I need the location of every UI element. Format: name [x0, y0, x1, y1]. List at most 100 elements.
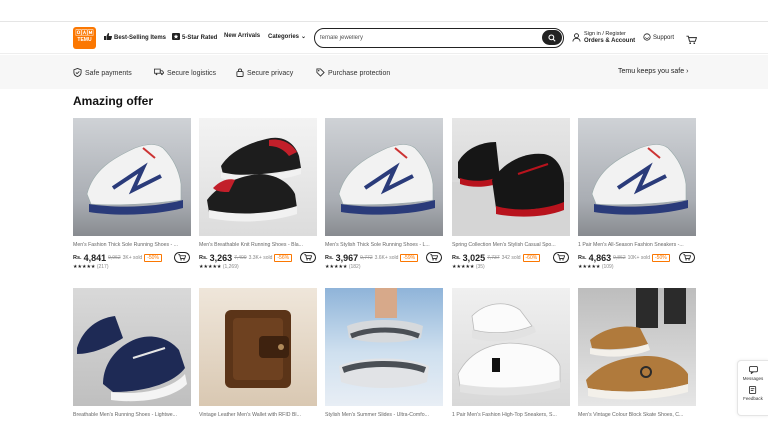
trust-purchase-protection[interactable]: Purchase protection: [316, 68, 390, 79]
currency: Rs.: [199, 254, 208, 261]
messages-button[interactable]: Messages: [738, 366, 768, 381]
old-price: 7,737: [487, 254, 500, 261]
user-icon: [572, 29, 581, 47]
price-row: Rs. 4,863 9,862 10K+ sold -50%: [578, 252, 696, 263]
price: 4,863: [588, 252, 612, 263]
price: 3,263: [209, 252, 233, 263]
product-name[interactable]: 1 Pair Men's Fashion High-Top Sneakers, …: [452, 412, 570, 418]
cart-icon: [683, 254, 691, 261]
discount-badge: -50%: [652, 253, 670, 262]
nav-best-selling[interactable]: Best-Selling Items: [104, 33, 166, 42]
add-to-cart-button[interactable]: [553, 252, 569, 263]
product-image-sneaker-black-red[interactable]: [199, 118, 317, 236]
orders-account-label: Orders & Account: [584, 37, 636, 44]
product-card[interactable]: 1 Pair Men's All-Season Fashion Sneakers…: [578, 118, 696, 270]
discount-badge: -56%: [274, 253, 293, 262]
product-name[interactable]: 1 Pair Men's All-Season Fashion Sneakers…: [578, 242, 696, 248]
account-menu[interactable]: Sign in / Register Orders & Account: [572, 29, 635, 47]
feedback-icon: [738, 386, 768, 396]
product-card[interactable]: Breathable Men's Running Shoes - Lightwe…: [73, 288, 191, 418]
price: 3,967: [335, 252, 359, 263]
temu-logo[interactable]: 🄾🄰🄼 TEMU: [73, 27, 96, 49]
support-link[interactable]: Support: [643, 33, 674, 43]
review-count: (182): [348, 264, 361, 270]
trust-purchase-protection-label: Purchase protection: [328, 70, 391, 77]
product-card[interactable]: Men's Breathable Knit Running Shoes - Bl…: [199, 118, 317, 270]
product-card[interactable]: Spring Collection Men's Stylish Casual S…: [452, 118, 570, 270]
trust-secure-privacy[interactable]: Secure privacy: [236, 68, 293, 79]
star-badge-icon: [172, 33, 180, 42]
temu-keeps-you-safe-label: Temu keeps you safe: [618, 68, 685, 75]
product-card[interactable]: Men's Stylish Thick Sole Running Shoes -…: [325, 118, 443, 270]
price: 3,025: [462, 252, 486, 263]
feedback-label: Feedback: [743, 396, 763, 401]
currency: Rs.: [73, 254, 82, 261]
sign-in-label: Sign in / Register: [584, 30, 626, 37]
feedback-button[interactable]: Feedback: [738, 386, 768, 401]
review-count: (35): [475, 264, 485, 270]
product-image-vintage-skate-shoes[interactable]: [578, 288, 696, 406]
nav-best-selling-label: Best-Selling Items: [114, 34, 167, 41]
product-image-leather-wallet[interactable]: [199, 288, 317, 406]
product-image-navy-running-shoes[interactable]: [73, 288, 191, 406]
old-price: 9,772: [360, 254, 373, 261]
trust-secure-logistics-label: Secure logistics: [167, 69, 217, 77]
sold-count: 3K+ sold: [122, 254, 143, 261]
product-name[interactable]: Men's Stylish Thick Sole Running Shoes -…: [325, 242, 443, 248]
product-image-sneaker-white-blue-2[interactable]: [325, 118, 443, 236]
product-name[interactable]: Stylish Men's Summer Slides - Ultra-Comf…: [325, 412, 443, 418]
temu-keeps-you-safe-link[interactable]: Temu keeps you safe ›: [618, 68, 688, 75]
product-image-sneaker-white-blue-3[interactable]: [578, 118, 696, 236]
add-to-cart-button[interactable]: [679, 252, 695, 263]
search-bar: [314, 28, 564, 48]
review-count: (1,269): [222, 264, 239, 270]
nav-new-arrivals-label: New Arrivals: [224, 33, 261, 39]
review-count: (109): [601, 264, 614, 270]
lock-icon: [236, 68, 244, 79]
add-to-cart-button[interactable]: [174, 252, 190, 263]
nav-five-star[interactable]: 5-Star Rated: [172, 33, 217, 42]
product-image-sneaker-black-red-2[interactable]: [452, 118, 570, 236]
headset-icon: [643, 33, 651, 43]
rating-stars: ★★★★★: [199, 264, 222, 270]
nav-new-arrivals[interactable]: New Arrivals: [224, 33, 260, 39]
product-image-summer-slides[interactable]: [325, 288, 443, 406]
add-to-cart-button[interactable]: [426, 252, 442, 263]
trust-secure-logistics[interactable]: Secure logistics: [154, 68, 216, 78]
old-price: 7,409: [234, 254, 247, 261]
rating-stars: ★★★★★: [73, 264, 96, 270]
add-to-cart-button[interactable]: [300, 252, 316, 263]
product-card[interactable]: Men's Fashion Thick Sole Running Shoes -…: [73, 118, 191, 270]
product-image-sneaker-white-blue[interactable]: [73, 118, 191, 236]
product-image-white-high-top[interactable]: [452, 288, 570, 406]
cart-icon: [304, 254, 312, 261]
chat-icon: [738, 366, 768, 376]
sold-count: 10K+ sold: [627, 254, 650, 261]
search-button[interactable]: [542, 30, 562, 45]
search-input[interactable]: [320, 32, 530, 44]
nav-categories[interactable]: Categories ⌄: [268, 33, 307, 41]
product-card[interactable]: 1 Pair Men's Fashion High-Top Sneakers, …: [452, 288, 570, 418]
trust-secure-privacy-label: Secure privacy: [247, 70, 294, 77]
product-name[interactable]: Men's Breathable Knit Running Shoes - Bl…: [199, 242, 317, 248]
product-card[interactable]: Men's Vintage Colour Block Skate Shoes, …: [578, 288, 696, 418]
chevron-right-icon: ›: [686, 68, 689, 75]
cart-icon: [178, 254, 186, 261]
trust-safe-payments[interactable]: Safe payments: [73, 67, 132, 79]
product-name[interactable]: Men's Fashion Thick Sole Running Shoes -…: [73, 242, 191, 248]
product-name[interactable]: Spring Collection Men's Stylish Casual S…: [452, 242, 570, 248]
product-name[interactable]: Men's Vintage Colour Block Skate Shoes, …: [578, 412, 696, 418]
product-card[interactable]: Vintage Leather Men's Wallet with RFID B…: [199, 288, 317, 418]
product-card[interactable]: Stylish Men's Summer Slides - Ultra-Comf…: [325, 288, 443, 418]
protection-icon: [316, 68, 325, 79]
price-row: Rs. 3,967 9,772 3.6K+ sold -59%: [325, 252, 443, 263]
product-name[interactable]: Vintage Leather Men's Wallet with RFID B…: [199, 412, 317, 418]
section-title: Amazing offer: [73, 94, 154, 108]
cart-icon: [557, 254, 565, 261]
rating: ★★★★★ (182): [325, 264, 443, 270]
rating: ★★★★★ (1,269): [199, 264, 317, 270]
cart-button[interactable]: [686, 32, 698, 50]
discount-badge: -50%: [144, 253, 162, 262]
chevron-down-icon: ⌄: [301, 34, 307, 40]
product-name[interactable]: Breathable Men's Running Shoes - Lightwe…: [73, 412, 191, 418]
